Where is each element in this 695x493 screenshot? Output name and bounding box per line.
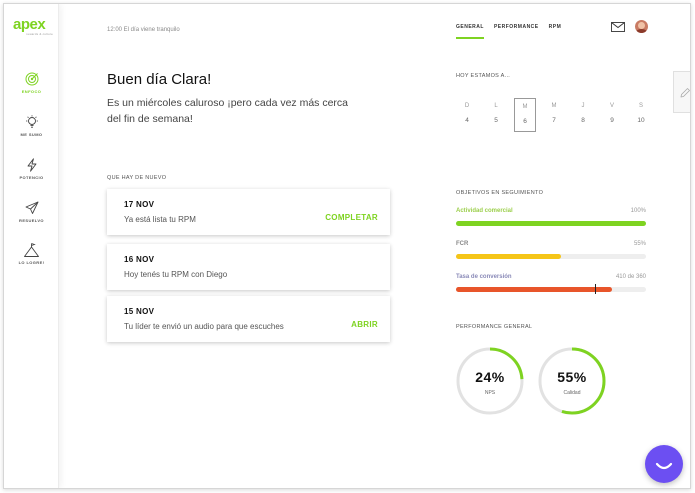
sidebar-item-me-sumo[interactable]: ME SUMO <box>4 115 59 137</box>
objective-value: 100% <box>630 208 646 214</box>
calendar-day[interactable]: M7 <box>543 98 565 132</box>
sidebar-item-potencio[interactable]: POTENCIO <box>4 158 59 180</box>
sidebar-item-label: POTENCIO <box>19 175 44 180</box>
gauge-label: NPS <box>484 390 496 396</box>
sidebar-item-enfoco[interactable]: ENFOCO <box>4 72 59 94</box>
objective-name: Tasa de conversión <box>456 274 512 280</box>
calendar-title: HOY ESTAMOS A... <box>456 73 511 79</box>
nps-gauge[interactable]: 24% NPS <box>454 345 526 417</box>
day-letter: M <box>522 104 528 110</box>
lightbulb-icon <box>25 115 38 128</box>
sidebar-item-lo-logre[interactable]: LO LOGRE! <box>4 243 59 265</box>
sidebar: apex rewards & culture ENFOCO ME SUMO PO… <box>4 4 59 488</box>
news-card[interactable]: 15 NOV Tu líder te envió un audio para q… <box>107 296 390 342</box>
week-calendar: D4 L5 M6 M7 J8 V9 S 10 <box>456 98 652 132</box>
progress-bar <box>456 284 646 294</box>
sidebar-item-label: ENFOCO <box>21 89 42 94</box>
day-number: 10 <box>637 117 645 124</box>
day-letter: V <box>609 103 614 109</box>
gauge-value: 55% <box>557 369 587 385</box>
abrir-button[interactable]: ABRIR <box>351 320 378 329</box>
calendar-day-today[interactable]: M6 <box>514 98 536 132</box>
news-card-text: Ya está lista tu RPM <box>124 215 196 224</box>
pencil-icon <box>680 88 690 98</box>
calendar-day[interactable]: V9 <box>601 98 623 132</box>
calendar-day[interactable]: J8 <box>572 98 594 132</box>
day-letter: S <box>638 103 643 109</box>
day-number: 7 <box>552 117 556 124</box>
gauge-label: Calidad <box>563 390 581 396</box>
news-card[interactable]: 17 NOV Ya está lista tu RPM COMPLETAR <box>107 189 390 235</box>
objective-item[interactable]: Actividad comercial 100% <box>456 208 646 226</box>
mountain-flag-icon <box>24 243 39 257</box>
objectives-title: OBJETIVOS EN SEGUIMIENTO <box>456 190 544 196</box>
objective-name: FCR <box>456 241 469 247</box>
paper-plane-icon <box>25 201 38 214</box>
mail-icon[interactable] <box>611 22 625 32</box>
progress-fill <box>456 287 612 292</box>
day-letter: L <box>494 103 498 109</box>
objective-item[interactable]: Tasa de conversión 410 de 360 <box>456 274 646 294</box>
day-number: 9 <box>610 117 614 124</box>
greeting-subtitle: Es un miércoles caluroso ¡pero cada vez … <box>107 97 349 125</box>
day-letter: J <box>581 103 585 109</box>
news-card-date: 15 NOV <box>124 307 155 316</box>
day-number: 8 <box>581 117 585 124</box>
objective-name: Actividad comercial <box>456 208 513 214</box>
target-marker <box>594 284 596 294</box>
objective-value: 55% <box>633 241 646 247</box>
greeting-title: Buen día Clara! <box>107 71 212 88</box>
smile-icon <box>655 462 673 470</box>
lightning-icon <box>27 158 36 172</box>
news-card[interactable]: 16 NOV Hoy tenés tu RPM con Diego <box>107 244 390 290</box>
objective-value: 410 de 360 <box>615 274 646 280</box>
tab-bar: GENERAL PERFORMANCE RPM <box>456 24 561 39</box>
apex-logo[interactable]: apex rewards & culture <box>13 16 53 36</box>
edit-button[interactable] <box>673 71 690 113</box>
tab-general[interactable]: GENERAL <box>456 24 484 39</box>
news-card-text: Tu líder te envió un audio para que escu… <box>124 322 284 331</box>
avatar[interactable] <box>635 20 648 33</box>
calidad-gauge[interactable]: 55% Calidad <box>536 345 608 417</box>
progress-fill <box>456 254 561 259</box>
news-section-title: QUE HAY DE NUEVO <box>107 175 167 181</box>
sidebar-item-label: ME SUMO <box>20 132 43 137</box>
day-number: 6 <box>523 118 527 125</box>
progress-bar <box>456 221 646 226</box>
completar-button[interactable]: COMPLETAR <box>325 213 378 222</box>
tab-performance[interactable]: PERFORMANCE <box>494 24 539 39</box>
calendar-day[interactable]: L5 <box>485 98 507 132</box>
chat-button[interactable] <box>645 445 683 483</box>
logo-text: apex <box>13 16 46 33</box>
news-card-text: Hoy tenés tu RPM con Diego <box>124 270 228 279</box>
news-card-date: 16 NOV <box>124 255 155 264</box>
sidebar-item-label: LO LOGRE! <box>18 260 45 265</box>
day-number: 4 <box>465 117 469 124</box>
progress-bar <box>456 254 646 259</box>
news-card-date: 17 NOV <box>124 200 155 209</box>
app-window: apex rewards & culture ENFOCO ME SUMO PO… <box>3 3 691 489</box>
sidebar-item-label: RESUELVO <box>19 218 44 223</box>
calendar-day[interactable]: D4 <box>456 98 478 132</box>
gauge-value: 24% <box>475 369 505 385</box>
tab-rpm[interactable]: RPM <box>549 24 562 39</box>
calendar-day[interactable]: S 10 <box>630 98 652 132</box>
target-icon <box>25 72 38 86</box>
day-letter: M <box>551 103 557 109</box>
performance-title: PERFORMANCE GENERAL <box>456 324 533 330</box>
status-message: 12:00 El día viene tranquilo <box>107 27 180 33</box>
objective-item[interactable]: FCR 55% <box>456 241 646 259</box>
progress-fill <box>456 221 646 226</box>
day-number: 5 <box>494 117 498 124</box>
sidebar-item-resuelvo[interactable]: RESUELVO <box>4 201 59 223</box>
day-letter: D <box>464 103 470 109</box>
